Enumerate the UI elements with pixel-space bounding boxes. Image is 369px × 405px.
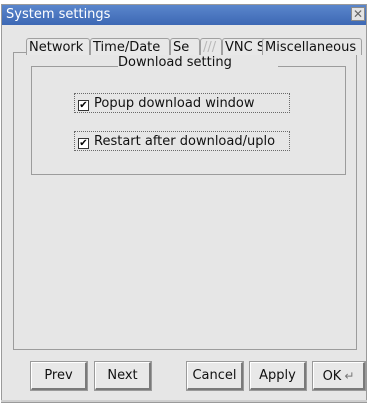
group-title: Download setting bbox=[118, 55, 278, 71]
checkbox-checked-icon: ✔ bbox=[78, 100, 89, 111]
ok-button[interactable]: OK ↵ bbox=[312, 361, 366, 391]
tab-security[interactable]: Se bbox=[170, 38, 200, 55]
checkbox-checked-icon: ✔ bbox=[78, 138, 89, 149]
restart-after-download-checkbox[interactable]: ✔ Restart after download/uplo bbox=[74, 131, 290, 151]
cancel-button[interactable]: Cancel bbox=[186, 361, 244, 391]
tab-bar: Network Time/Date Se /// VNC S Miscellan… bbox=[16, 38, 362, 56]
checkbox-label: Popup download window bbox=[94, 96, 255, 111]
prev-button[interactable]: Prev bbox=[30, 361, 88, 391]
bottom-divider bbox=[1, 400, 367, 402]
tab-hidden[interactable]: /// bbox=[200, 38, 222, 55]
checkbox-label: Restart after download/uplo bbox=[94, 134, 276, 149]
popup-download-checkbox[interactable]: ✔ Popup download window bbox=[74, 93, 290, 113]
title-bar[interactable]: System settings ✕ bbox=[2, 5, 366, 25]
close-icon[interactable]: ✕ bbox=[351, 7, 365, 21]
download-setting-group bbox=[31, 66, 346, 175]
tab-time-date[interactable]: Time/Date bbox=[90, 38, 170, 55]
next-button[interactable]: Next bbox=[94, 361, 152, 391]
tab-network[interactable]: Network bbox=[26, 38, 90, 55]
window-title: System settings bbox=[6, 7, 111, 22]
enter-key-icon: ↵ bbox=[344, 369, 355, 383]
tab-miscellaneous[interactable]: Miscellaneous bbox=[262, 38, 362, 55]
apply-button[interactable]: Apply bbox=[249, 361, 307, 391]
